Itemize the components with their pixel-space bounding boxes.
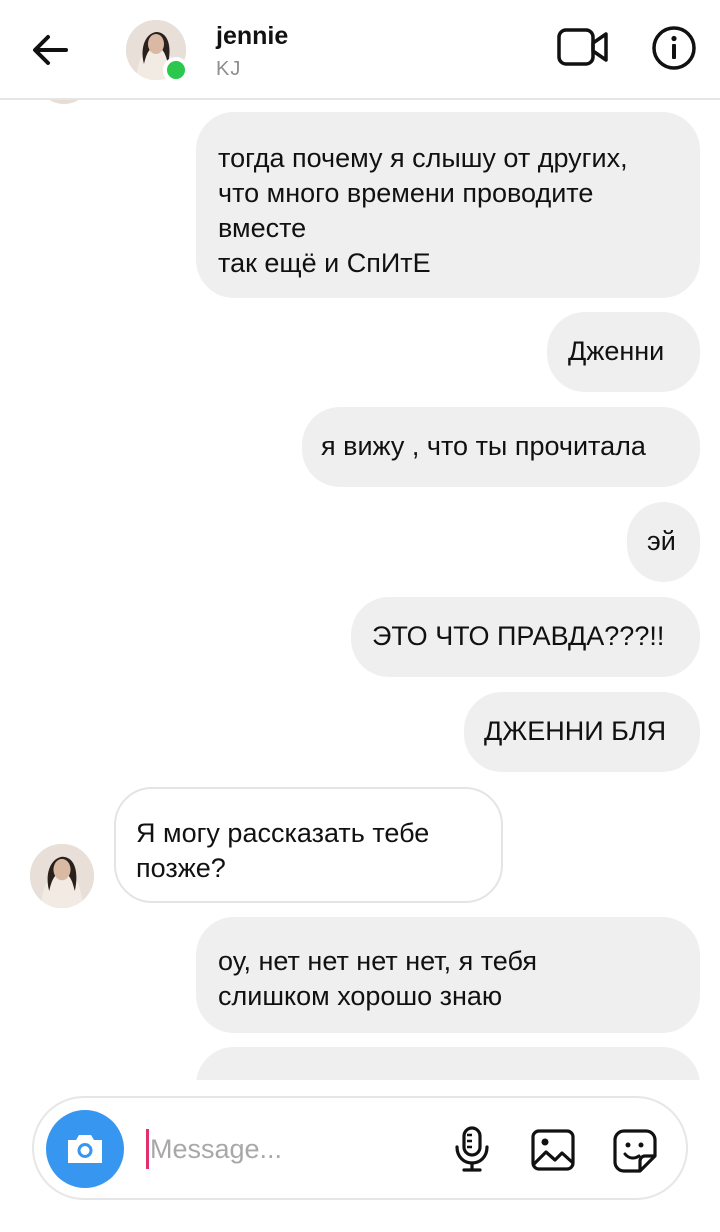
arrow-left-icon: [33, 35, 68, 65]
message-input[interactable]: [150, 1128, 440, 1170]
message-text: ДЖЕННИ БЛЯ: [484, 716, 667, 746]
contact-name[interactable]: jennie: [216, 22, 288, 51]
message-bubble-sent[interactable]: оу, нет нет нет нет, я тебя слишком хоро…: [196, 917, 700, 1033]
message-bubble-sent[interactable]: тогда почему я слышу от других, что мног…: [196, 112, 700, 298]
message-bubble-sent[interactable]: Дженни: [547, 312, 700, 392]
voice-message-button[interactable]: [452, 1125, 492, 1173]
message-bubble-partial[interactable]: [196, 1047, 700, 1080]
message-text: Я могу рассказать тебе позже?: [136, 818, 430, 883]
info-button[interactable]: [650, 24, 698, 72]
sticker-button[interactable]: [612, 1128, 658, 1174]
back-button[interactable]: [28, 28, 72, 72]
gallery-button[interactable]: [530, 1128, 576, 1172]
message-bubble-sent[interactable]: ЭТО ЧТО ПРАВДА???!!: [351, 597, 700, 677]
message-text: тогда почему я слышу от других, что мног…: [218, 143, 628, 278]
avatar-photo: [30, 844, 94, 908]
contact-subtitle: KJ: [216, 58, 242, 80]
video-call-button[interactable]: [556, 25, 610, 69]
message-bubble-sent[interactable]: я вижу , что ты прочитала: [302, 407, 700, 487]
camera-button[interactable]: [46, 1110, 124, 1188]
gallery-icon: [531, 1129, 575, 1171]
message-text: Дженни: [568, 336, 665, 366]
microphone-icon: [455, 1126, 489, 1172]
message-text: ЭТО ЧТО ПРАВДА???!!: [372, 621, 665, 651]
message-bubble-received[interactable]: Я могу рассказать тебе позже?: [114, 787, 503, 903]
message-text: оу, нет нет нет нет, я тебя слишком хоро…: [218, 946, 538, 1011]
message-composer: [32, 1096, 688, 1200]
chat-header: jennie KJ: [0, 0, 720, 100]
video-call-icon: [557, 28, 608, 66]
info-icon: [652, 26, 696, 70]
message-bubble-sent[interactable]: эй: [627, 502, 700, 582]
online-status-indicator: [163, 57, 189, 83]
sticker-icon: [613, 1129, 657, 1173]
message-text: эй: [647, 526, 676, 556]
text-cursor: [146, 1129, 149, 1169]
message-bubble-sent[interactable]: ДЖЕННИ БЛЯ: [464, 692, 700, 772]
message-text: я вижу , что ты прочитала: [321, 431, 646, 461]
message-thread[interactable]: тогда почему я слышу от других, что мног…: [0, 102, 720, 1080]
camera-icon: [68, 1135, 102, 1163]
contact-avatar-small[interactable]: [30, 844, 94, 908]
